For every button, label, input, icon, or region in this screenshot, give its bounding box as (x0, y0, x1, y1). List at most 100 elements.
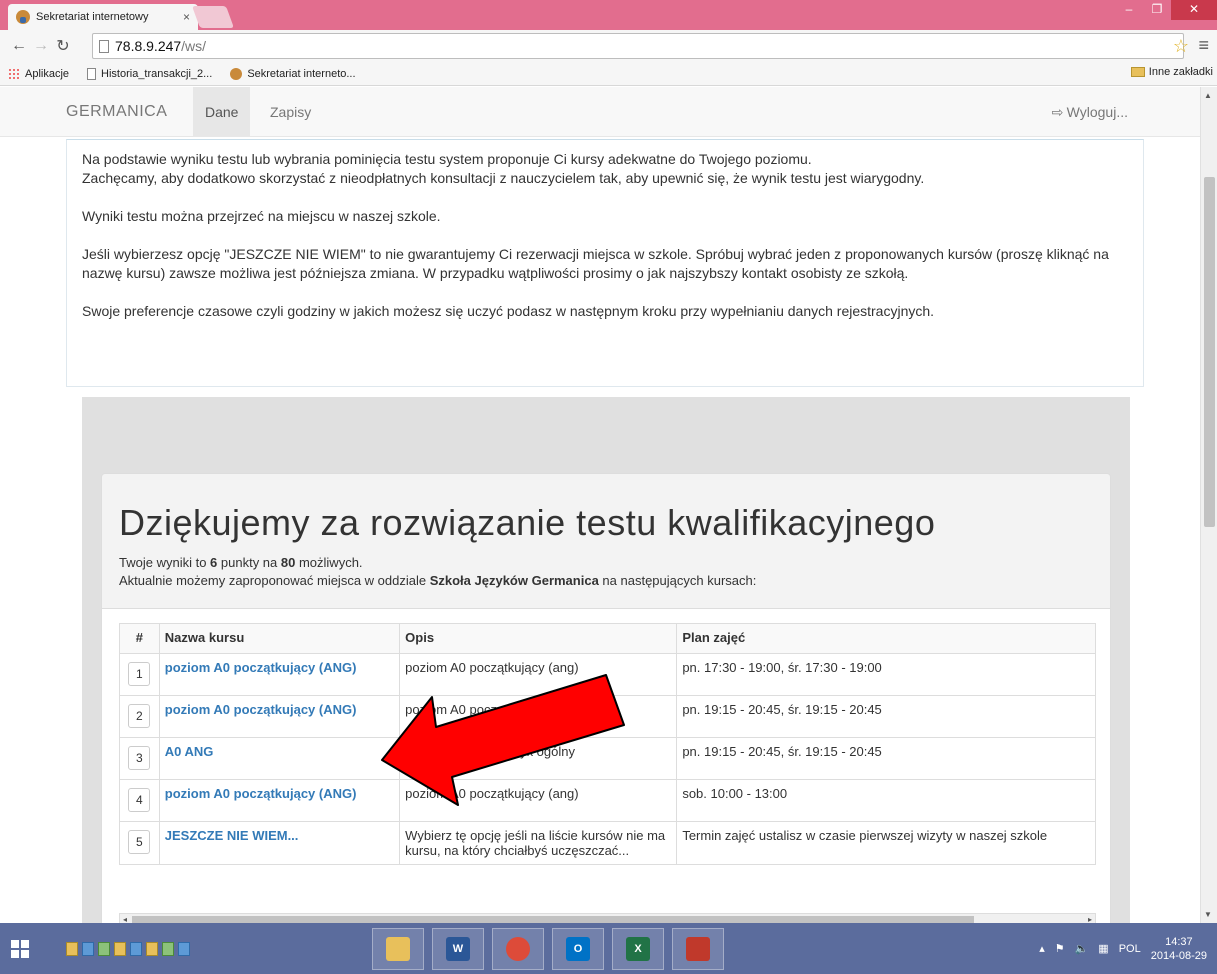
row-number[interactable]: 5 (128, 830, 151, 854)
course-plan: pn. 19:15 - 20:45, śr. 19:15 - 20:45 (676, 695, 1096, 738)
taskbar-app[interactable] (672, 928, 724, 970)
maximize-icon[interactable]: ❐ (1143, 0, 1171, 20)
info-paragraph-3: Jeśli wybierzesz opcję "JESZCZE NIE WIEM… (82, 246, 1109, 281)
window-controls: – ❐ ✕ (1115, 0, 1217, 20)
new-tab-button[interactable] (191, 6, 235, 28)
nav-tab-dane[interactable]: Dane (193, 87, 251, 137)
folder-icon (386, 937, 410, 961)
app-icon (686, 937, 710, 961)
score-mid: punkty na (217, 555, 281, 570)
network-icon[interactable]: ▦ (1098, 942, 1108, 955)
windows-logo-icon (11, 939, 29, 958)
page-icon (87, 67, 97, 80)
scroll-up-icon[interactable]: ▲ (1204, 91, 1212, 100)
scrollbar-thumb[interactable] (132, 916, 974, 923)
quick-launch-icon[interactable] (66, 941, 78, 956)
taskbar-outlook[interactable]: O (552, 928, 604, 970)
quick-launch-icon[interactable] (114, 941, 126, 956)
col-header-desc: Opis (399, 623, 678, 654)
taskbar-word[interactable]: W (432, 928, 484, 970)
course-link[interactable]: JESZCZE NIE WIEM... (165, 828, 299, 843)
scroll-right-icon[interactable]: ▸ (1088, 914, 1092, 923)
outlook-icon: O (566, 937, 590, 961)
course-desc: A0 początkujący język ogólny (399, 737, 678, 780)
col-header-name: Nazwa kursu (158, 623, 401, 654)
chrome-icon (506, 937, 530, 961)
scroll-left-icon[interactable]: ◂ (123, 914, 127, 923)
course-desc: poziom A0 początkujący (ang) (399, 653, 678, 696)
nav-tab-zapisy[interactable]: Zapisy (258, 87, 323, 137)
table-header-row: # Nazwa kursu Opis Plan zajęć (119, 623, 1096, 654)
quick-launch-icon[interactable] (98, 941, 110, 956)
score-prefix: Twoje wyniki to (119, 555, 211, 570)
courses-table: # Nazwa kursu Opis Plan zajęć 1 poziom A… (119, 623, 1096, 865)
volume-icon[interactable]: 🔈 (1075, 942, 1089, 955)
results-heading: Dziękujemy za rozwiązanie testu kwalifik… (119, 502, 936, 543)
brand-link[interactable]: GERMANICA (66, 103, 167, 121)
branch-name: Szkoła Języków Germanica (429, 573, 599, 588)
taskbar-excel[interactable]: X (612, 928, 664, 970)
row-number[interactable]: 4 (128, 788, 151, 812)
row-number[interactable]: 3 (128, 746, 151, 770)
course-link[interactable]: poziom A0 początkujący (ANG) (165, 786, 357, 801)
bookmark-sekretariat[interactable]: Sekretariat interneto... (230, 67, 356, 80)
bookmarks-bar: Aplikacje Historia_transakcji_2... Sekre… (0, 62, 1217, 86)
address-bar[interactable]: 78.8.9.247/ws/ (92, 33, 1184, 59)
folder-icon (1130, 67, 1145, 77)
clock[interactable]: 14:37 2014-08-29 (1151, 935, 1207, 963)
start-button[interactable] (0, 923, 40, 974)
course-link[interactable]: poziom A0 początkujący (ANG) (165, 660, 357, 675)
bookmark-apps[interactable]: Aplikacje (8, 67, 69, 80)
course-desc: Wybierz tę opcję jeśli na liście kursów … (399, 821, 678, 865)
quick-launch-icon[interactable] (146, 941, 158, 956)
quick-launch-icon[interactable] (162, 941, 174, 956)
row-number[interactable]: 2 (128, 704, 151, 728)
row-num-cell: 5 (119, 821, 160, 865)
menu-icon[interactable]: ≡ (1198, 35, 1209, 56)
forward-icon[interactable]: → (30, 37, 52, 55)
tray-arrow-icon[interactable]: ▴ (1039, 942, 1045, 955)
excel-icon: X (626, 937, 650, 961)
table-row: 5 JESZCZE NIE WIEM... Wybierz tę opcję j… (119, 821, 1096, 865)
language-indicator[interactable]: POL (1119, 943, 1141, 955)
flag-icon[interactable]: ⚑ (1055, 942, 1065, 955)
branch-prefix: Aktualnie możemy zaproponować miejsca w … (119, 573, 430, 588)
bookmark-label: Sekretariat interneto... (247, 67, 356, 80)
browser-tab[interactable]: Sekretariat internetowy × (8, 4, 198, 30)
quick-launch-icon[interactable] (130, 941, 142, 956)
reload-icon[interactable]: ↻ (52, 36, 74, 56)
course-desc: poziom A0 początkujący (ang) (399, 779, 678, 822)
window-close-icon[interactable]: ✕ (1171, 0, 1217, 20)
quick-launch-icon[interactable] (178, 941, 190, 956)
quick-launch-icon[interactable] (82, 941, 94, 956)
logout-link[interactable]: ⇨ Wyloguj... (1052, 104, 1128, 121)
course-name-cell: poziom A0 początkujący (ANG) (158, 695, 401, 738)
course-link[interactable]: A0 ANG (165, 744, 214, 759)
site-favicon-icon (230, 67, 243, 80)
course-name-cell: poziom A0 początkujący (ANG) (158, 653, 401, 696)
minimize-icon[interactable]: – (1115, 0, 1143, 20)
info-line: Na podstawie wyniku testu lub wybrania p… (82, 151, 812, 167)
table-horizontal-scrollbar[interactable]: ◂ ▸ (119, 913, 1096, 923)
scroll-down-icon[interactable]: ▼ (1204, 910, 1212, 919)
info-paragraph-1: Na podstawie wyniku testu lub wybrania p… (82, 150, 1128, 188)
table-row: 2 poziom A0 początkujący (ANG) poziom A0… (119, 695, 1096, 738)
tab-close-icon[interactable]: × (183, 10, 190, 24)
taskbar-explorer[interactable] (372, 928, 424, 970)
clock-date: 2014-08-29 (1150, 949, 1207, 962)
word-icon: W (446, 937, 470, 961)
scrollbar-thumb[interactable] (1204, 177, 1215, 527)
taskbar-chrome[interactable] (492, 928, 544, 970)
url-host: 78.8.9.247 (115, 38, 182, 54)
page-icon (99, 39, 109, 53)
back-icon[interactable]: ← (8, 37, 30, 55)
course-name-cell: JESZCZE NIE WIEM... (158, 821, 401, 865)
bookmark-star-icon[interactable]: ☆ (1173, 36, 1189, 57)
other-bookmarks[interactable]: Inne zakładki (1130, 66, 1213, 78)
col-header-num: # (119, 623, 160, 654)
row-number[interactable]: 1 (128, 662, 151, 686)
page-vertical-scrollbar[interactable]: ▲ ▼ (1200, 87, 1217, 923)
course-link[interactable]: poziom A0 początkujący (ANG) (165, 702, 357, 717)
bookmark-historia[interactable]: Historia_transakcji_2... (87, 67, 212, 80)
score-max: 80 (280, 555, 296, 570)
